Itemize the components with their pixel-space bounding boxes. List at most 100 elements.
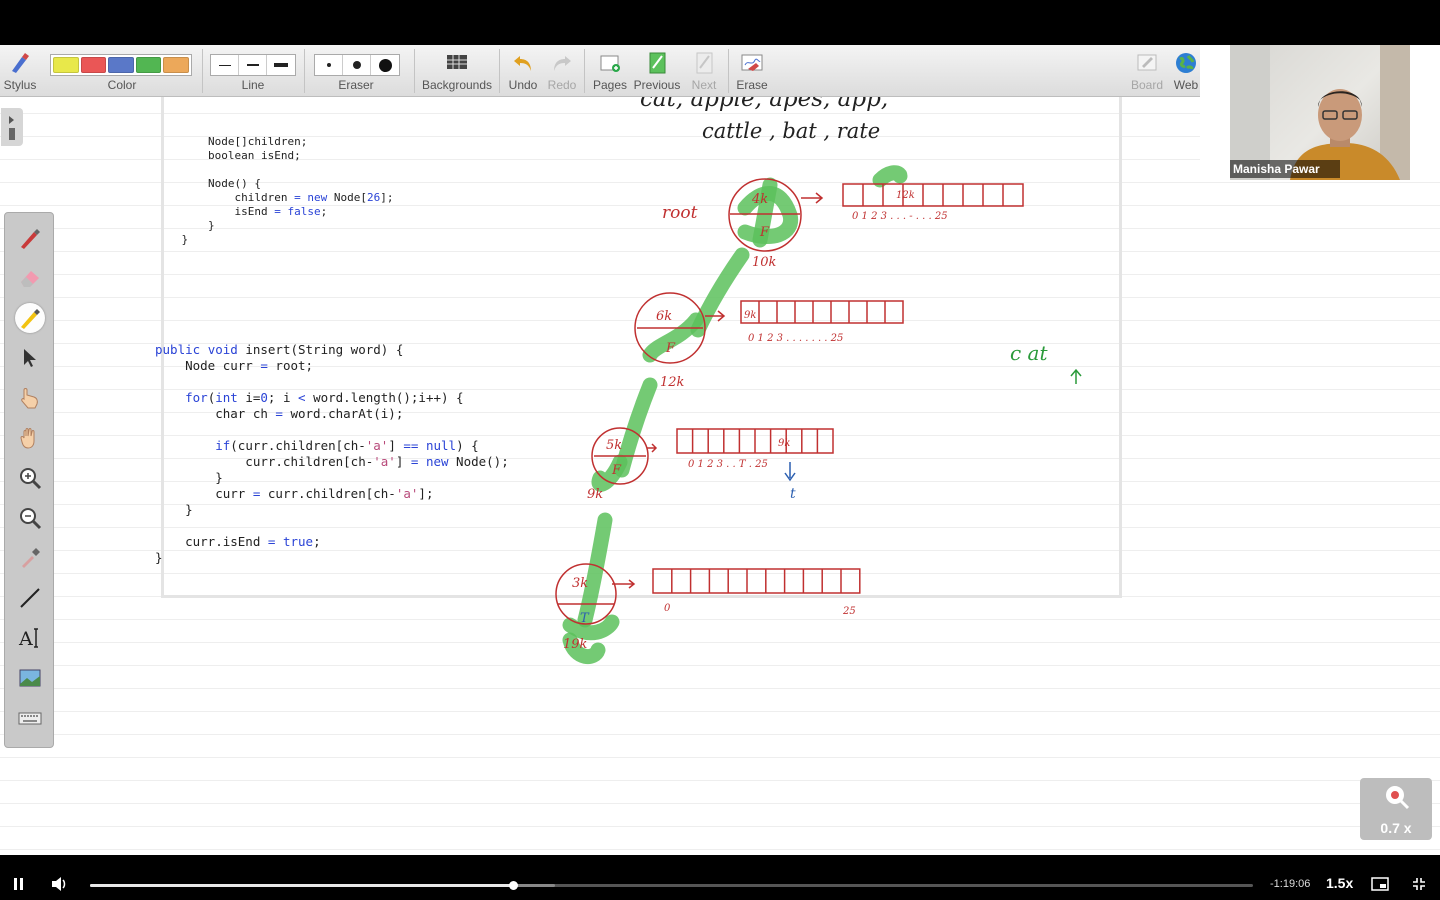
line-thick[interactable] [267, 55, 295, 75]
side-panel-toggle[interactable] [1, 108, 23, 146]
node-3-letter: F [611, 463, 622, 478]
line-tool[interactable] [15, 583, 45, 613]
stylus-button[interactable]: Stylus [0, 45, 40, 97]
volume-icon[interactable] [51, 876, 69, 892]
progress-bar[interactable] [90, 881, 1253, 890]
previous-button[interactable]: Previous [632, 45, 682, 97]
eyedropper-icon [22, 548, 40, 568]
root-label: root [662, 203, 698, 223]
pointer-icon [24, 349, 36, 367]
eraser-size-picker[interactable]: Eraser [308, 45, 404, 97]
erase-label: Erase [736, 78, 768, 92]
stylus-icon [12, 53, 29, 73]
time-remaining: -1:19:06 [1270, 878, 1311, 890]
highlighter-icon [21, 309, 40, 329]
color-swatch-green[interactable] [135, 57, 162, 73]
words-line-2: cattle , bat , rate [702, 119, 880, 143]
array-4-index-end: 25 [842, 606, 856, 617]
zoom-level: 0.7 x [1380, 820, 1412, 836]
erase-page-icon [741, 54, 763, 71]
zoom-in-icon [20, 468, 42, 490]
color-label: Color [107, 78, 137, 92]
node-4-below: 19k [563, 637, 588, 652]
pages-icon [600, 55, 620, 72]
pen-tool[interactable] [15, 223, 45, 253]
color-swatch-blue[interactable] [108, 57, 134, 73]
pen-icon [21, 229, 40, 249]
next-page-icon [696, 52, 713, 74]
color-swatch-yellow[interactable] [53, 57, 79, 73]
eraser-tool[interactable] [15, 263, 45, 293]
eraser-small[interactable] [315, 55, 343, 75]
previous-page-icon [649, 52, 666, 74]
image-tool[interactable] [15, 663, 45, 693]
image-icon [19, 669, 41, 687]
redo-icon [554, 56, 571, 71]
eraser-label: Eraser [338, 78, 374, 92]
stylus-label: Stylus [3, 78, 37, 92]
node-1-letter: F [759, 225, 770, 240]
zoom-indicator[interactable]: 0.7 x [1360, 778, 1432, 840]
chevron-right-icon [9, 116, 15, 140]
color-swatch-orange[interactable] [163, 57, 189, 73]
array-3-indices: 0 1 2 3 . . T . 25 [688, 459, 768, 470]
screen: Node[]children; boolean isEnd; Node() { … [0, 0, 1440, 900]
redo-button[interactable]: Redo [543, 45, 581, 97]
node-2-below-text: 12k [660, 375, 685, 390]
line-width-options[interactable] [210, 54, 296, 76]
pages-button[interactable]: Pages [588, 45, 632, 97]
color-swatch-red[interactable] [80, 57, 107, 73]
line-medium[interactable] [239, 55, 267, 75]
progress-knob[interactable] [509, 881, 519, 890]
web-button[interactable]: Web [1168, 45, 1204, 97]
line-label: Line [241, 78, 265, 92]
web-label: Web [1173, 78, 1199, 92]
array-2-cell: 9k [744, 310, 756, 321]
select-tool[interactable] [15, 343, 45, 373]
webcam-video: Manisha Pawar [1230, 45, 1410, 180]
board-button[interactable]: Board [1126, 45, 1168, 97]
keyboard-icon [18, 712, 42, 725]
zoom-out-tool[interactable] [15, 503, 45, 533]
array-2-indices: 0 1 2 3 . . . . . . . 25 [748, 333, 843, 344]
child-array-4 [652, 568, 861, 594]
webcam-overlay: Manisha Pawar [1200, 45, 1440, 180]
erase-button[interactable]: Erase [732, 45, 772, 97]
picture-in-picture-icon[interactable] [1371, 877, 1389, 891]
zoom-icon [1386, 786, 1410, 810]
eraser-large[interactable] [371, 55, 399, 75]
line-width-picker[interactable]: Line [206, 45, 300, 97]
node-4-letter: T [580, 611, 590, 626]
text-tool[interactable]: A [15, 623, 45, 653]
next-button[interactable]: Next [684, 45, 724, 97]
board-icon [1137, 54, 1157, 71]
child-array-1 [842, 183, 1024, 207]
node-2-letter: F [665, 341, 676, 356]
zoom-out-icon [20, 508, 42, 530]
hand-icon [20, 428, 35, 449]
text-icon: A [18, 628, 38, 650]
array-3-cell: 9k [778, 438, 790, 449]
backgrounds-button[interactable]: Backgrounds [418, 45, 496, 97]
node-3-addr: 5k [606, 438, 622, 453]
node-3-below: 9k [587, 487, 603, 502]
keyboard-tool[interactable] [15, 703, 45, 733]
undo-icon [514, 56, 531, 71]
line-thin[interactable] [211, 55, 239, 75]
eraser-size-options[interactable] [314, 54, 400, 76]
color-swatches[interactable] [50, 54, 192, 76]
array-1-cell: 12k [896, 190, 915, 201]
exit-fullscreen-icon[interactable] [1412, 877, 1426, 891]
undo-button[interactable]: Undo [503, 45, 543, 97]
color-picker[interactable]: Color [44, 45, 200, 97]
highlighter-tool[interactable] [15, 303, 45, 333]
color-picker-tool[interactable] [15, 543, 45, 573]
top-toolbar: Stylus Color Line Eraser Backgrounds Und… [0, 45, 1200, 97]
previous-label: Previous [633, 78, 681, 92]
playback-speed-button[interactable]: 1.5x [1326, 875, 1353, 891]
pause-icon[interactable] [12, 877, 26, 891]
zoom-in-tool[interactable] [15, 463, 45, 493]
laser-pointer-tool[interactable] [15, 383, 45, 413]
pan-tool[interactable] [15, 423, 45, 453]
eraser-medium[interactable] [343, 55, 371, 75]
